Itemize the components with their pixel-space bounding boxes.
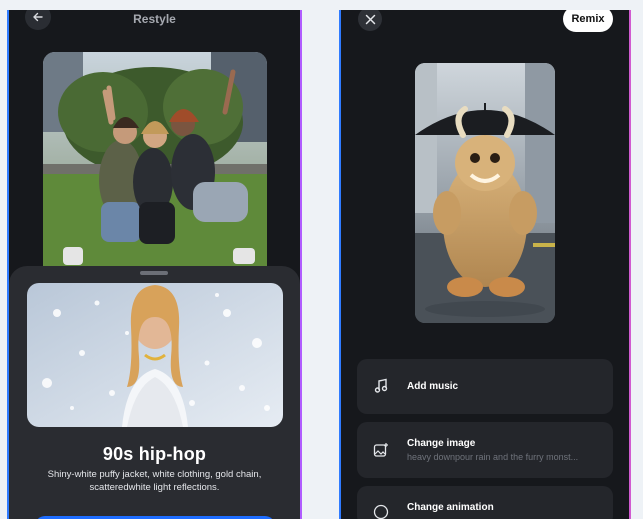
style-preview-image[interactable] [27,283,283,427]
image-edit-icon [373,443,388,457]
page-title: Restyle [133,12,176,26]
sheet-grabber[interactable] [140,271,168,275]
music-note-icon [374,378,388,393]
change-image-prompt: heavy downpour rain and the furry monst.… [407,452,579,462]
style-title: 90s hip-hop [102,444,207,464]
close-button[interactable] [358,10,382,31]
remix-screen: Remix Add music Change image heavy downp… [341,10,629,519]
animation-icon [373,504,389,519]
change-animation-label: Change animation [407,502,494,513]
close-icon [365,14,375,24]
change-image-option[interactable]: Change image heavy downpour rain and the… [357,422,613,478]
restyle-screen: Restyle 90s hip-hop Shiny-white puffy ja… [9,10,300,519]
generated-image[interactable] [415,63,555,323]
style-sheet: 90s hip-hop Shiny-white puffy jacket, wh… [9,266,300,519]
add-music-label: Add music [407,381,459,392]
remix-button[interactable]: Remix [563,10,613,32]
add-music-option[interactable]: Add music [357,359,613,414]
change-image-label: Change image [407,438,476,449]
source-photo [43,52,267,278]
change-animation-option[interactable]: Change animation [357,486,613,519]
style-description: Shiny-white puffy jacket, white clothing… [47,469,262,493]
